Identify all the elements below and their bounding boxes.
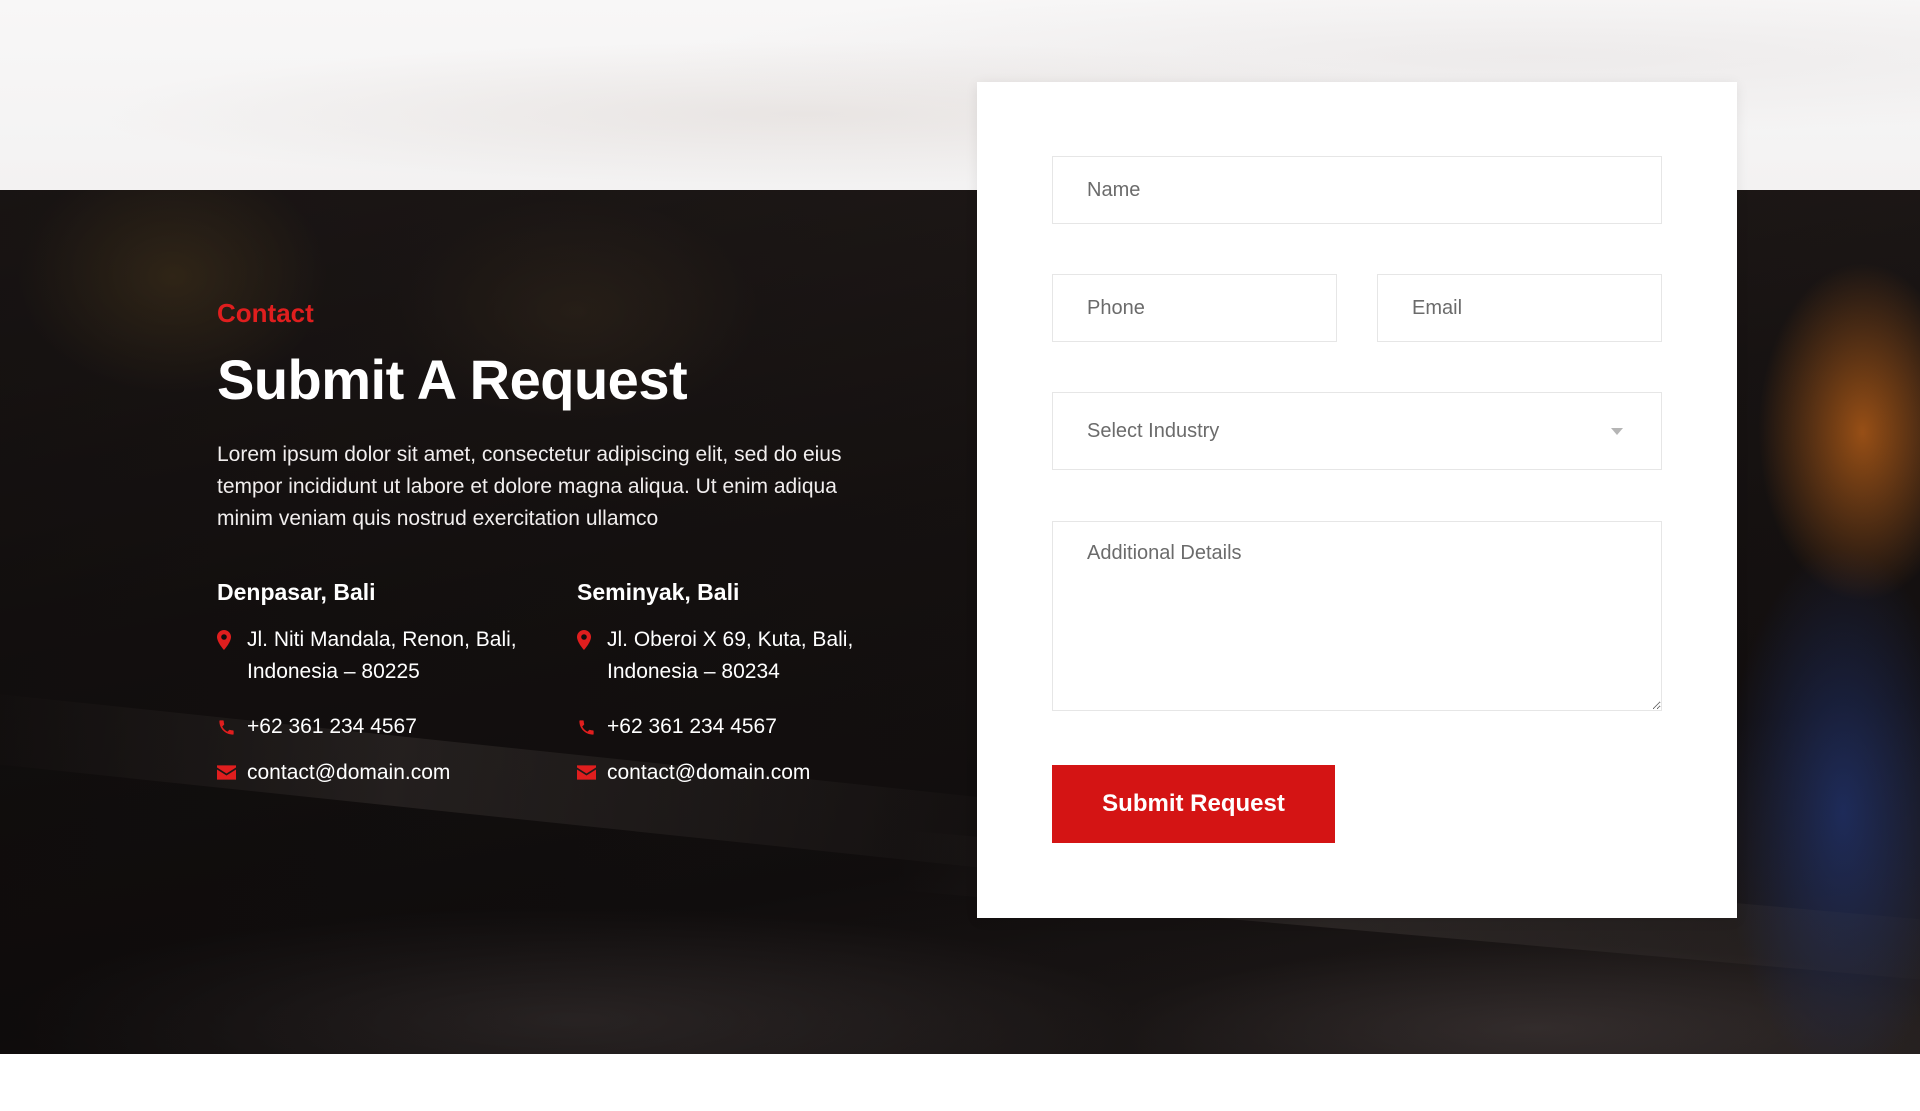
- phone-number[interactable]: +62 361 234 4567: [607, 711, 777, 743]
- office-phone: +62 361 234 4567: [217, 711, 417, 743]
- phone-icon: [577, 711, 607, 737]
- envelope-icon: [577, 757, 607, 780]
- section-description: Lorem ipsum dolor sit amet, consectetur …: [217, 442, 842, 530]
- request-form-card: Select Industry Submit Request: [977, 82, 1737, 918]
- map-pin-icon: [217, 624, 247, 650]
- email-input[interactable]: [1377, 274, 1662, 342]
- phone-input[interactable]: [1052, 274, 1337, 342]
- office-name: Denpasar, Bali: [217, 578, 376, 605]
- office-email: contact@domain.com: [577, 757, 810, 789]
- address-line: Jl. Oberoi X 69, Kuta, Bali,: [607, 627, 854, 651]
- office-card: Seminyak, Bali Jl. Oberoi X 69, Kuta, Ba…: [577, 578, 907, 784]
- office-name: Seminyak, Bali: [577, 578, 740, 605]
- address-line: Indonesia – 80225: [247, 659, 420, 683]
- envelope-icon: [217, 757, 247, 780]
- contact-info: Contact Submit A Request Lorem ipsum dol…: [217, 300, 897, 801]
- details-textarea[interactable]: [1052, 521, 1662, 711]
- phone-icon: [217, 711, 247, 737]
- office-phone: +62 361 234 4567: [577, 711, 777, 743]
- section-title: Submit A Request: [217, 348, 688, 411]
- industry-select-value: Select Industry: [1087, 419, 1220, 442]
- address-line: Jl. Niti Mandala, Renon, Bali,: [247, 627, 517, 651]
- office-list: Denpasar, Bali Jl. Niti Mandala, Renon, …: [217, 578, 897, 801]
- email-address[interactable]: contact@domain.com: [247, 757, 450, 789]
- email-address[interactable]: contact@domain.com: [607, 757, 810, 789]
- office-address: Jl. Oberoi X 69, Kuta, Bali, Indonesia –…: [577, 624, 853, 688]
- office-address: Jl. Niti Mandala, Renon, Bali, Indonesia…: [217, 624, 517, 688]
- section-eyebrow: Contact: [217, 298, 314, 328]
- chevron-down-icon: [1611, 427, 1623, 435]
- industry-select[interactable]: Select Industry: [1052, 392, 1662, 470]
- address-line: Indonesia – 80234: [607, 659, 780, 683]
- submit-request-button[interactable]: Submit Request: [1052, 765, 1335, 843]
- office-email: contact@domain.com: [217, 757, 450, 789]
- office-card: Denpasar, Bali Jl. Niti Mandala, Renon, …: [217, 578, 547, 784]
- name-input[interactable]: [1052, 156, 1662, 224]
- phone-number[interactable]: +62 361 234 4567: [247, 711, 417, 743]
- map-pin-icon: [577, 624, 607, 650]
